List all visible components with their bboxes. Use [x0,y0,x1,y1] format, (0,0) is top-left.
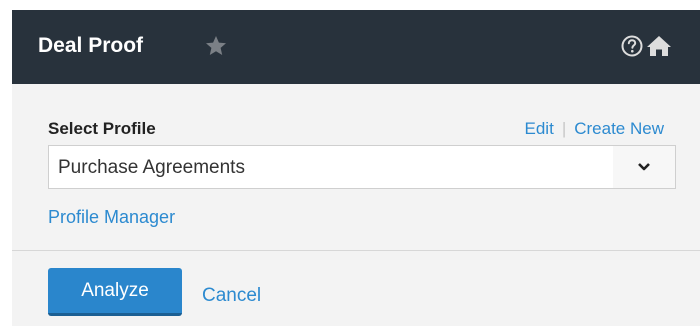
panel-title: Deal Proof [38,34,144,57]
profile-links: Edit | Create New [525,118,664,140]
star-icon[interactable] [204,34,228,58]
deal-proof-panel: Deal Proof Select Profile Edit | Create Ne… [12,10,700,326]
home-icon[interactable] [646,34,672,58]
chevron-down-icon[interactable] [613,146,675,188]
help-icon[interactable] [620,34,644,58]
link-separator: | [561,119,567,138]
panel-header: Deal Proof [12,10,700,84]
profile-manager-link[interactable]: Profile Manager [48,205,175,229]
analyze-button[interactable]: Analyze [48,268,182,316]
edit-profile-link[interactable]: Edit [525,119,554,138]
divider [12,250,700,251]
profile-select-value: Purchase Agreements [58,157,245,178]
cancel-link[interactable]: Cancel [202,284,261,308]
create-new-profile-link[interactable]: Create New [574,119,664,138]
select-profile-label: Select Profile [48,119,156,138]
profile-select[interactable]: Purchase Agreements [48,145,676,189]
